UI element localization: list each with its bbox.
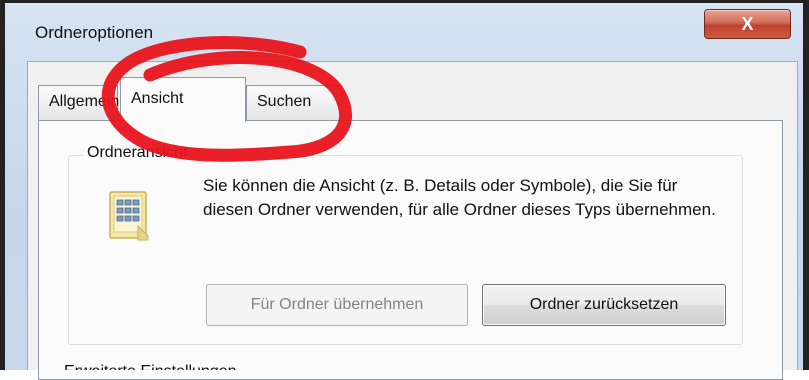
tab-allgemein[interactable]: Allgemein [38, 85, 120, 121]
close-icon: X [741, 14, 754, 34]
tab-label: Allgemein [49, 93, 120, 110]
dialog-title: Ordneroptionen [35, 23, 154, 42]
advanced-settings-label: Erweiterte Einstellungen [64, 360, 237, 370]
tab-label: Suchen [257, 93, 312, 110]
reset-folders-button[interactable]: Ordner zurücksetzen [482, 284, 726, 326]
close-button[interactable]: X [704, 9, 791, 39]
title-bar[interactable]: Ordneroptionen X [5, 3, 803, 65]
apply-to-folders-button[interactable]: Für Ordner übernehmen [206, 284, 468, 326]
tab-ansicht[interactable]: Ansicht [120, 77, 246, 122]
tab-suchen[interactable]: Suchen [246, 85, 342, 121]
folder-view-icon [109, 191, 149, 241]
folder-view-group-label: Ordneransicht [84, 144, 191, 162]
tab-label: Ansicht [131, 90, 184, 107]
folder-view-description: Sie können die Ansicht (z. B. Details od… [203, 176, 716, 219]
